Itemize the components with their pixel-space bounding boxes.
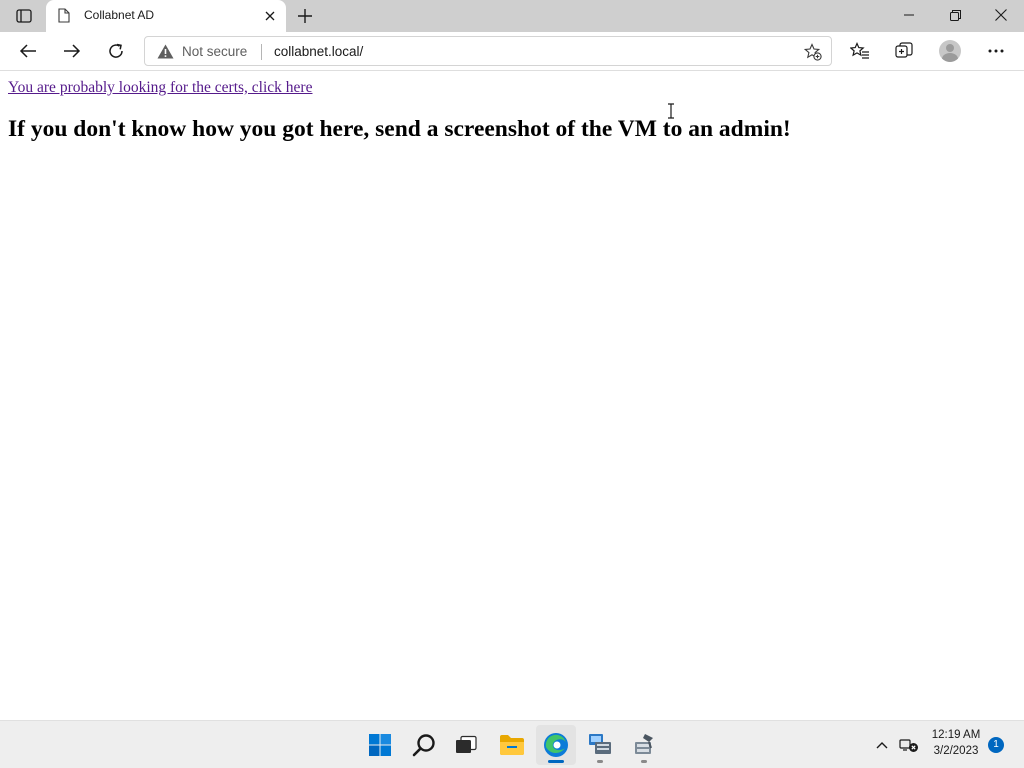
clock-time: 12:19 AM [931, 729, 981, 741]
tab-title: Collabnet AD [84, 8, 155, 22]
text-cursor-icon [668, 103, 674, 119]
refresh-icon [109, 43, 123, 58]
admin-tools-icon [635, 734, 653, 754]
taskbar-clock[interactable]: 12:19 AM 3/2/2023 [926, 727, 986, 759]
collections-icon [895, 42, 913, 58]
reload-button[interactable] [100, 36, 132, 66]
restore-button[interactable] [932, 0, 978, 30]
task-view-button[interactable] [446, 725, 486, 765]
network-disconnected-icon [899, 739, 918, 752]
running-indicator [641, 760, 647, 763]
security-label[interactable]: Not secure [182, 44, 247, 59]
task-view-icon [456, 735, 477, 753]
add-favorite-button[interactable] [803, 42, 823, 62]
restore-icon [949, 9, 961, 21]
avatar [939, 40, 961, 62]
more-icon [988, 49, 1004, 53]
profile-button[interactable] [934, 36, 966, 66]
file-explorer-button[interactable] [492, 725, 532, 765]
windows-logo-icon [369, 734, 391, 756]
edge-button[interactable] [536, 725, 576, 765]
running-indicator [548, 760, 564, 763]
browser-toolbar: Not secure collabnet.local/ [0, 32, 1024, 71]
forward-button[interactable] [56, 36, 88, 66]
server-manager-button[interactable] [580, 725, 620, 765]
tab-strip: Collabnet AD [0, 0, 1024, 32]
plus-icon [298, 9, 312, 23]
taskbar: 12:19 AM 3/2/2023 1 [0, 720, 1024, 768]
warning-icon [157, 44, 174, 59]
tab-collabnet[interactable]: Collabnet AD [46, 0, 286, 32]
close-icon [995, 9, 1007, 21]
page-content: You are probably looking for the certs, … [0, 72, 1024, 720]
chevron-up-icon [876, 742, 888, 749]
arrow-left-icon [19, 44, 36, 58]
url-text[interactable]: collabnet.local/ [274, 44, 363, 59]
arrow-right-icon [64, 44, 81, 58]
settings-menu-button[interactable] [980, 36, 1012, 66]
collections-button[interactable] [888, 36, 920, 66]
tab-actions-icon [16, 9, 32, 23]
notification-badge[interactable]: 1 [988, 737, 1004, 753]
admin-tools-button[interactable] [624, 725, 664, 765]
search-button[interactable] [404, 725, 444, 765]
star-add-icon [804, 43, 822, 61]
favorites-icon [850, 42, 869, 59]
network-status-button[interactable] [898, 735, 920, 755]
page-heading: If you don't know how you got here, send… [8, 116, 791, 142]
close-icon [265, 11, 275, 21]
show-hidden-icons-button[interactable] [872, 735, 892, 755]
folder-icon [500, 735, 524, 755]
start-button[interactable] [360, 725, 400, 765]
tab-close-button[interactable] [262, 8, 278, 24]
clock-date: 3/2/2023 [933, 745, 979, 757]
running-indicator [597, 760, 603, 763]
favorites-button[interactable] [844, 36, 876, 66]
address-bar[interactable]: Not secure collabnet.local/ [144, 36, 832, 66]
back-button[interactable] [12, 36, 44, 66]
server-manager-icon [589, 734, 611, 754]
minimize-icon [904, 14, 914, 16]
certs-link[interactable]: You are probably looking for the certs, … [8, 79, 312, 97]
search-icon [412, 734, 435, 757]
address-separator [261, 44, 262, 60]
new-tab-button[interactable] [292, 4, 318, 28]
tab-actions-button[interactable] [10, 5, 38, 27]
minimize-button[interactable] [886, 0, 932, 30]
page-icon [58, 8, 70, 23]
edge-icon [544, 733, 568, 757]
window-close-button[interactable] [978, 0, 1024, 30]
